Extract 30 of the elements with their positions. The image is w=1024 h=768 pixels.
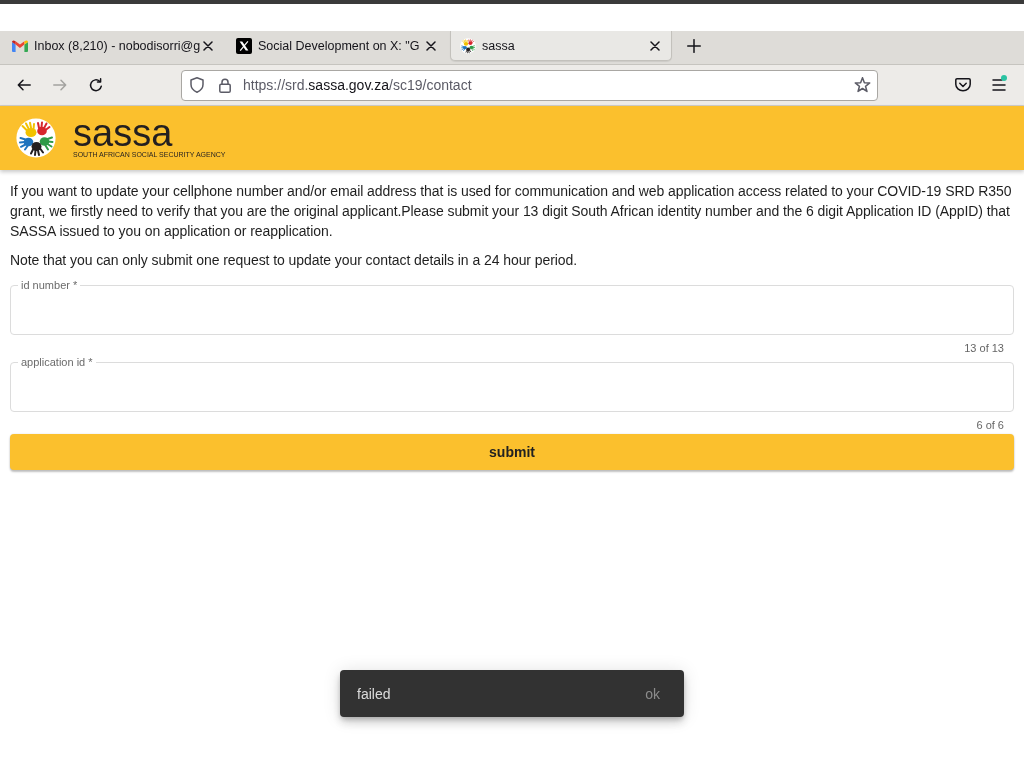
- plus-icon: [687, 39, 701, 53]
- browser-tab[interactable]: Social Development on X: "G: [226, 31, 448, 61]
- reload-icon: [89, 78, 103, 92]
- input-field[interactable]: application id *: [10, 356, 1014, 412]
- close-icon: [650, 40, 660, 51]
- url-field[interactable]: https://srd.sassa.gov.za/sc19/contact: [181, 69, 878, 101]
- body-text: Note that you can only submit one request to update your contact details in a 24 hour period.: [10, 251, 579, 270]
- star-icon: [854, 77, 871, 93]
- lock-icon: [219, 77, 231, 93]
- shield-icon: [190, 77, 204, 93]
- brand-name: sassa: [73, 115, 173, 150]
- forward-arrow-icon: [53, 79, 67, 91]
- snackbar-message: failed: [357, 685, 392, 702]
- submit-button[interactable]: submit: [10, 434, 1014, 470]
- character-counter: 6 of 6: [976, 419, 1004, 431]
- site-logo-icon: [16, 118, 56, 158]
- dismiss-button[interactable]: ok: [637, 677, 668, 710]
- character-counter: 13 of 13: [964, 342, 1004, 354]
- tab-logo-icon: [460, 37, 476, 54]
- browser-tab[interactable]: sassa: [450, 31, 672, 61]
- input-field[interactable]: id number *: [10, 279, 1014, 335]
- close-icon: [426, 40, 436, 51]
- m-logo-icon: [12, 39, 28, 52]
- body-text: If you want to update your cellphone number and/or email address that is used for communication and web application access related to your COVID-19 SRD R350 grant, we firstly need to verify that you are the original applicant.Please submit your 13 digit South African identity number and the 6 digit Application ID (AppID) that SASSA issued to you on application or reapplication.: [10, 182, 1013, 241]
- chevron-pouch-icon: [955, 78, 971, 92]
- browser-tab[interactable]: Inbox (8,210) - nobodisorri@g: [2, 31, 224, 61]
- back-arrow-icon: [17, 79, 31, 91]
- x-logo-icon: [236, 37, 252, 54]
- close-icon: [203, 40, 214, 51]
- menu-icon: [992, 79, 1006, 91]
